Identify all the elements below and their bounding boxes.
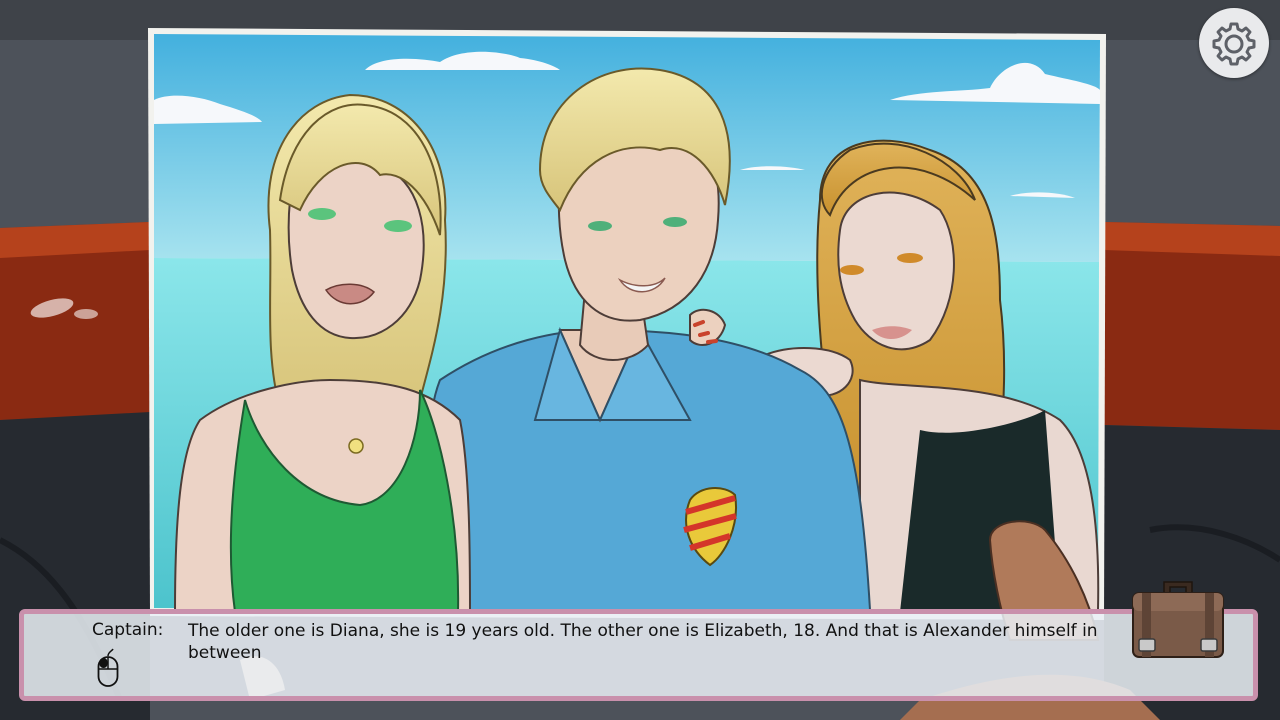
mouse-click-icon xyxy=(97,648,119,687)
briefcase-icon xyxy=(1132,581,1224,658)
dialog-box[interactable]: Captain: The older one is Diana, she is … xyxy=(19,609,1258,701)
gear-icon xyxy=(1212,22,1256,66)
settings-button[interactable] xyxy=(1199,8,1269,78)
photo xyxy=(154,34,1100,641)
inventory-button[interactable] xyxy=(1128,576,1228,664)
dialog-text: The older one is Diana, she is 19 years … xyxy=(188,621,1098,663)
speaker-name: Captain: xyxy=(92,620,164,640)
